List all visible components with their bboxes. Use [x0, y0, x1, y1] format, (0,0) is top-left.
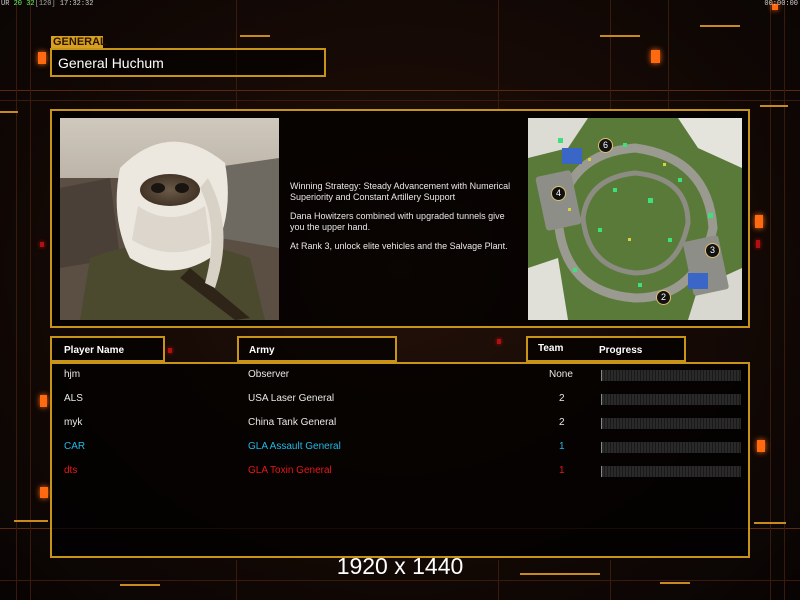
progress-bar: [601, 394, 741, 405]
column-header-army[interactable]: Army: [237, 336, 397, 362]
column-header-team: Team: [538, 343, 564, 354]
column-header-team-progress[interactable]: Team Progress: [526, 336, 686, 362]
general-portrait: [60, 118, 279, 320]
progress-bar: [601, 370, 741, 381]
player-name: myk: [64, 417, 83, 428]
player-name: ALS: [64, 393, 83, 404]
general-tag: GENERAL: [51, 36, 107, 48]
player-army: GLA Toxin General: [248, 465, 332, 476]
player-army: GLA Assault General: [248, 441, 341, 452]
player-list: hjm Observer None ALS USA Laser General …: [50, 362, 750, 558]
general-name-box: General Huchum: [50, 48, 326, 77]
player-name: CAR: [64, 441, 86, 452]
player-row: dts GLA Toxin General 1: [52, 462, 752, 480]
start-position-marker: 2: [656, 290, 671, 305]
resolution-watermark: 1920 x 1440: [336, 553, 464, 579]
map-preview: 6 4 3 2: [528, 118, 742, 320]
progress-bar: [601, 442, 741, 453]
clock-readout: 00:00:00: [764, 0, 798, 8]
player-army: USA Laser General: [248, 393, 335, 404]
start-position-marker: 3: [705, 243, 720, 258]
debug-status-bar: UR 20 32[120] 17:32:32 00:00:00: [0, 0, 800, 8]
progress-bar: [601, 418, 741, 429]
progress-bar: [601, 466, 741, 477]
strategy-paragraph: Winning Strategy: Steady Advancement wit…: [290, 181, 511, 202]
player-team: 2: [559, 393, 565, 404]
fps-readout: UR 20 32[120] 17:32:32: [1, 0, 94, 8]
player-team: 2: [559, 417, 565, 428]
player-team: 1: [559, 441, 565, 452]
strategy-paragraph: Dana Howitzers combined with upgraded tu…: [290, 211, 505, 232]
player-army: China Tank General: [248, 417, 337, 428]
player-row: hjm Observer None: [52, 366, 752, 384]
player-row: myk China Tank General 2: [52, 414, 752, 432]
start-position-marker: 4: [551, 186, 566, 201]
strategy-description: Winning Strategy: Steady Advancement wit…: [290, 181, 530, 260]
player-army: Observer: [248, 369, 290, 380]
column-header-player-name[interactable]: Player Name: [50, 336, 165, 362]
general-name: General Huchum: [58, 55, 164, 71]
player-row: CAR GLA Assault General 1: [52, 438, 752, 456]
strategy-paragraph: At Rank 3, unlock elite vehicles and the…: [290, 241, 508, 251]
player-team: 1: [559, 465, 565, 476]
column-header-progress: Progress: [599, 345, 643, 356]
player-row: ALS USA Laser General 2: [52, 390, 752, 408]
start-position-marker: 6: [598, 138, 613, 153]
player-name: hjm: [64, 369, 81, 380]
player-team: None: [549, 369, 573, 380]
player-name: dts: [64, 465, 78, 476]
